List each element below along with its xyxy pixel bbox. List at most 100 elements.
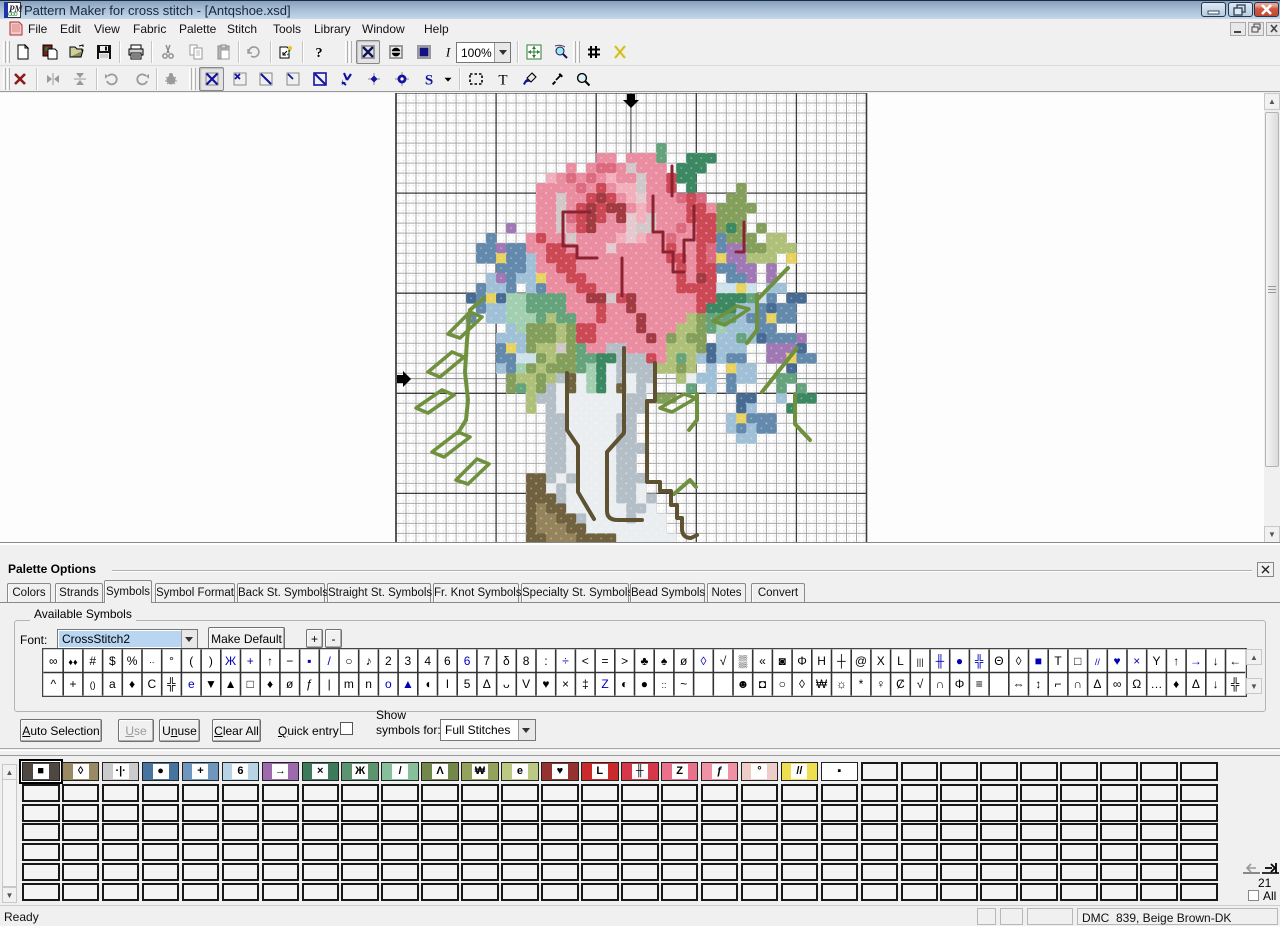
svg-text:=: = — [601, 654, 608, 668]
svg-text:(): () — [90, 680, 96, 690]
svg-text:@: @ — [855, 654, 867, 668]
svg-text:⌐: ⌐ — [1054, 677, 1061, 691]
svg-text:2: 2 — [385, 654, 392, 668]
svg-text:↑: ↑ — [267, 654, 273, 668]
svg-text:I: I — [445, 44, 451, 59]
svg-text:♦: ♦ — [1173, 677, 1179, 691]
svg-text:♀: ♀ — [876, 677, 885, 691]
svg-text:▲: ▲ — [225, 677, 237, 691]
svg-text:ø: ø — [680, 654, 688, 668]
svg-text:Ж: Ж — [225, 654, 236, 668]
svg-text:$: $ — [109, 654, 116, 668]
svg-text:↑: ↑ — [1173, 654, 1179, 668]
svg-text:8: 8 — [523, 654, 530, 668]
svg-text:a: a — [109, 677, 116, 691]
svg-text:╬: ╬ — [975, 654, 984, 669]
svg-text:Θ: Θ — [994, 654, 1003, 668]
svg-text:↓: ↓ — [1213, 677, 1219, 691]
svg-text:□: □ — [1074, 654, 1081, 668]
svg-text:ᴗ: ᴗ — [503, 677, 510, 691]
svg-text:‡: ‡ — [582, 677, 589, 691]
svg-text:ƒ: ƒ — [306, 677, 313, 691]
svg-text:▒: ▒ — [739, 654, 748, 668]
svg-text:●: ● — [641, 677, 648, 691]
svg-text:o: o — [385, 677, 392, 691]
svg-text:♥: ♥ — [542, 677, 549, 691]
svg-text:T: T — [1054, 654, 1062, 668]
svg-text:↕: ↕ — [1035, 677, 1041, 691]
svg-text:♦: ♦ — [129, 677, 135, 691]
svg-text:C: C — [147, 677, 156, 691]
svg-text:▲: ▲ — [402, 677, 414, 691]
svg-text:n: n — [365, 677, 372, 691]
svg-text:♣: ♣ — [640, 654, 648, 668]
svg-text:>: > — [621, 654, 628, 668]
svg-text:♦♦: ♦♦ — [68, 657, 78, 667]
svg-text:☼: ☼ — [836, 677, 847, 691]
svg-text:ø: ø — [286, 677, 294, 691]
svg-text:□: □ — [247, 677, 254, 691]
svg-text:Φ: Φ — [797, 654, 807, 668]
svg-text:+: + — [247, 654, 254, 668]
svg-text:×: × — [1133, 654, 1140, 668]
svg-text:○: ○ — [779, 677, 786, 691]
svg-text:☻: ☻ — [737, 677, 750, 691]
svg-text:Δ: Δ — [1192, 677, 1200, 691]
svg-text:∩: ∩ — [936, 677, 945, 691]
svg-text:╬: ╬ — [167, 677, 176, 692]
svg-text:♠: ♠ — [661, 654, 668, 668]
svg-text:◖: ◖ — [424, 677, 431, 691]
svg-text:+: + — [69, 677, 76, 691]
svg-text:◐: ◐ — [621, 677, 628, 691]
svg-text:∞: ∞ — [49, 654, 58, 668]
svg-text:▼: ▼ — [205, 677, 217, 691]
svg-text:╫: ╫ — [935, 654, 945, 669]
svg-text:e: e — [188, 677, 195, 691]
svg-text:≡: ≡ — [976, 677, 983, 691]
svg-text:H: H — [817, 654, 826, 668]
svg-text:~: ~ — [680, 677, 687, 691]
svg-text:Ω: Ω — [1132, 677, 1141, 691]
svg-text:▪: ▪ — [307, 654, 311, 668]
svg-text:|||: ||| — [917, 657, 924, 667]
svg-text:Δ: Δ — [1093, 677, 1101, 691]
svg-text:→: → — [1190, 654, 1202, 668]
svg-text:δ: δ — [503, 654, 510, 668]
svg-text:…: … — [1151, 677, 1163, 691]
svg-text:6: 6 — [444, 654, 451, 668]
svg-text:♪: ♪ — [366, 654, 372, 668]
svg-text:Z: Z — [601, 677, 608, 691]
svg-text:I: I — [446, 677, 449, 691]
svg-text:◙: ◙ — [779, 654, 786, 668]
svg-text:Y: Y — [1152, 654, 1160, 668]
svg-text:●: ● — [956, 654, 963, 668]
svg-text:<: < — [582, 654, 589, 668]
svg-text:m: m — [344, 677, 354, 691]
svg-text:Φ: Φ — [955, 677, 965, 691]
svg-text:÷: ÷ — [562, 654, 569, 668]
svg-text:6: 6 — [464, 654, 471, 668]
svg-text::: : — [544, 654, 547, 668]
svg-text:(: ( — [189, 654, 193, 668]
svg-text:√: √ — [720, 654, 727, 668]
svg-text:#: # — [89, 654, 96, 668]
svg-text:◊: ◊ — [799, 677, 805, 691]
svg-text:Ȼ: Ȼ — [896, 677, 905, 691]
svg-text:T: T — [498, 73, 507, 88]
svg-text:−: − — [286, 654, 293, 668]
svg-text:←: ← — [1229, 654, 1241, 668]
svg-text:₩: ₩ — [816, 677, 828, 691]
svg-text:○: ○ — [345, 654, 352, 668]
svg-text:4: 4 — [424, 654, 431, 668]
svg-text:%: % — [127, 654, 138, 668]
svg-text:◊: ◊ — [701, 654, 707, 668]
svg-text:×: × — [562, 677, 569, 691]
svg-text:::: :: — [661, 680, 666, 690]
svg-text:*: * — [859, 677, 864, 691]
svg-text:∞: ∞ — [1113, 677, 1122, 691]
svg-text:°: ° — [169, 654, 174, 668]
svg-text://: // — [1095, 657, 1101, 667]
svg-text:?: ? — [316, 46, 323, 60]
svg-text:◘: ◘ — [759, 677, 766, 691]
svg-text:V: V — [522, 677, 530, 691]
